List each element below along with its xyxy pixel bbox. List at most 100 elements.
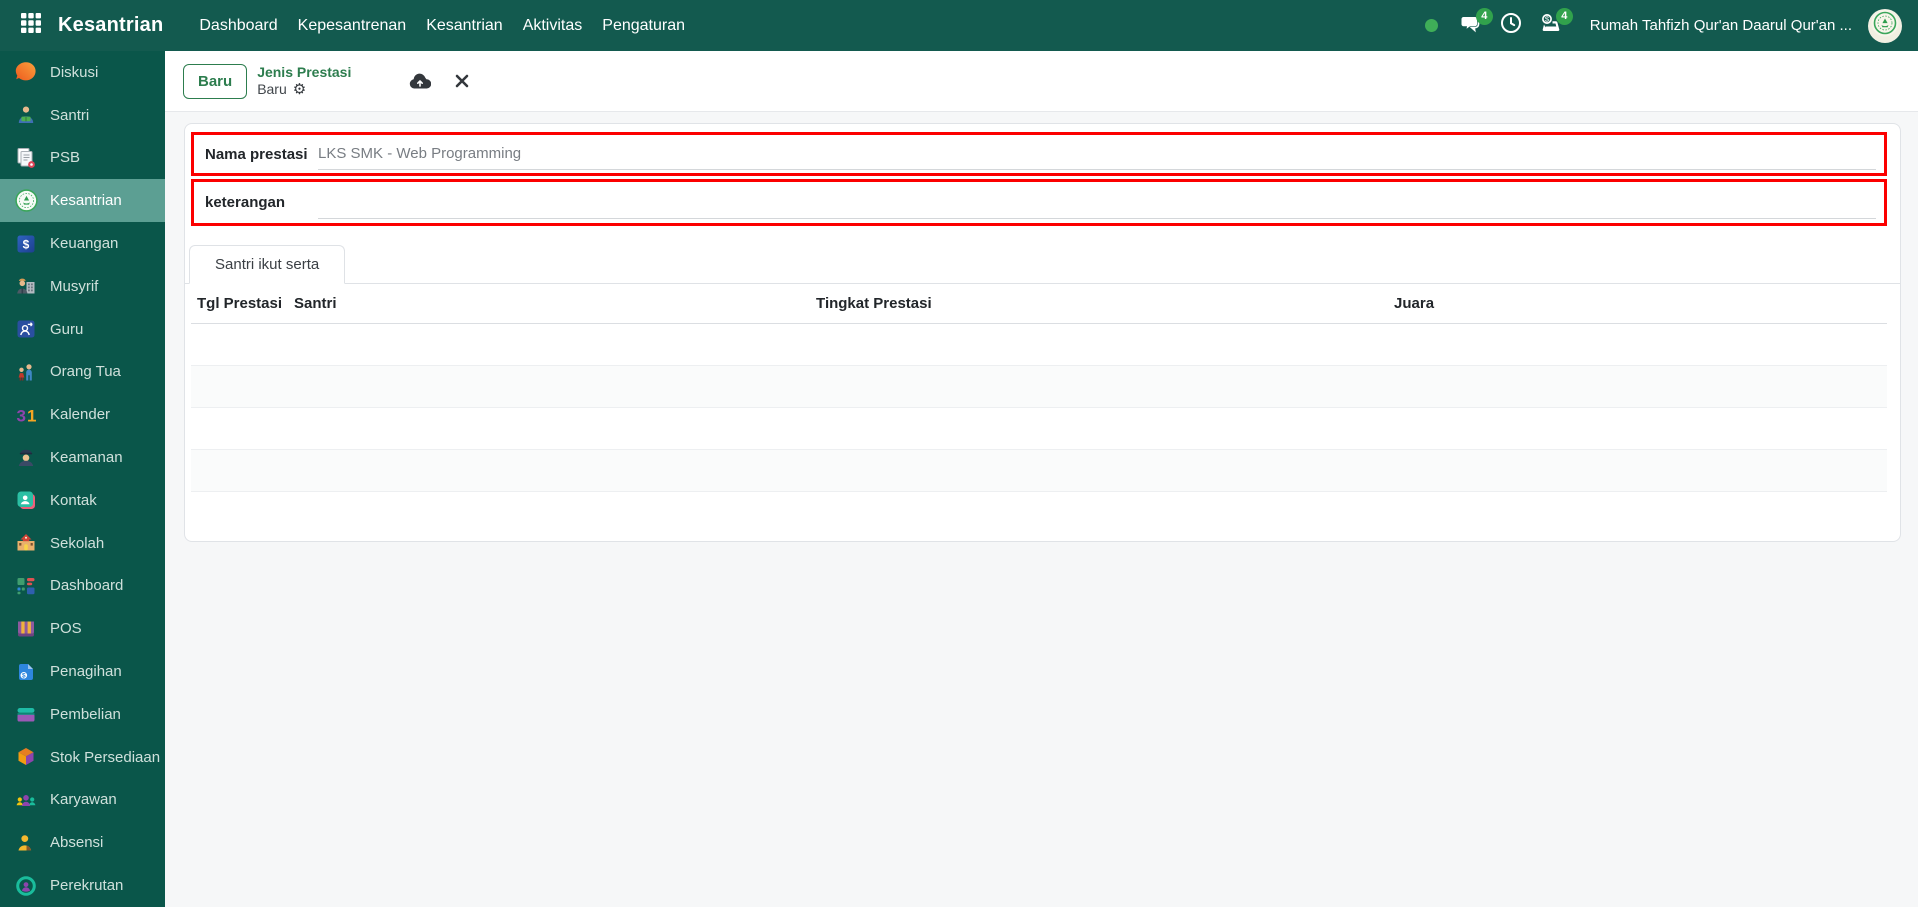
keterangan-input[interactable] [318,187,1876,219]
sidebar-item-keamanan[interactable]: Keamanan [0,436,165,479]
santri-ikut-serta-table: Tgl Prestasi Santri Tingkat Prestasi Jua… [191,284,1887,492]
sidebar-item-label: Pembelian [50,705,121,723]
new-button[interactable]: Baru [183,63,248,99]
discard-x-icon[interactable] [455,74,469,88]
menu-aktivitas[interactable]: Aktivitas [513,3,593,49]
sidebar-item-kalender[interactable]: 3 1 Kalender [0,393,165,436]
topbar-menu: Dashboard Kepesantrenan Kesantrian Aktiv… [189,3,695,49]
menu-kepesantrenan[interactable]: Kepesantrenan [288,3,417,49]
sidebar-item-label: Sekolah [50,534,105,552]
sidebar-item-label: Perekrutan [50,877,124,895]
sidebar-item-dashboard[interactable]: Dashboard [0,565,165,608]
sidebar-item-label: Penagihan [50,663,122,681]
breadcrumb: Jenis Prestasi Baru ⚙ [257,64,351,99]
save-cloud-icon[interactable] [409,72,432,90]
svg-text:3: 3 [17,406,26,425]
supervisor-icon [13,273,39,299]
table-row [191,365,1887,408]
sidebar-item-stok-persediaan[interactable]: Stok Persediaan [0,736,165,779]
security-guard-icon [13,445,39,471]
main-content: Baru Jenis Prestasi Baru ⚙ Nama prestasi… [165,51,1918,907]
field-group: Nama prestasi LKS SMK - Web Programming … [185,124,1900,229]
form-view: Nama prestasi LKS SMK - Web Programming … [165,112,1918,907]
sidebar-item-karyawan[interactable]: Karyawan [0,779,165,822]
menu-pengaturan[interactable]: Pengaturan [592,3,695,49]
messages-button[interactable]: 4 [1456,7,1493,41]
inbox-badge: 4 [1555,7,1573,25]
sidebar-item-absensi[interactable]: Absensi [0,821,165,864]
sidebar-item-diskusi[interactable]: Diskusi [0,51,165,94]
apps-menu-button[interactable] [16,11,46,41]
sidebar-item-label: Santri [50,106,90,124]
sidebar-item-pembelian[interactable]: Pembelian [0,693,165,736]
table-row [191,449,1887,492]
sidebar-item-penagihan[interactable]: $ Penagihan [0,650,165,693]
avatar-logo-icon [1870,9,1900,43]
svg-text:1: 1 [27,406,36,425]
tab-santri-ikut-serta[interactable]: Santri ikut serta [189,245,346,284]
sidebar-item-sekolah[interactable]: Sekolah [0,522,165,565]
sidebar-item-label: Orang Tua [50,363,121,381]
table-row [191,323,1887,366]
inventory-cube-icon [13,744,39,770]
parents-icon [13,359,39,385]
calendar-31-icon: 3 1 [13,402,39,428]
sidebar-item-guru[interactable]: Guru [0,308,165,351]
sidebar-item-label: Kontak [50,491,97,509]
sidebar-item-musyrif[interactable]: Musyrif [0,265,165,308]
company-switcher[interactable]: Rumah Tahfizh Qur'an Daarul Qur'an ... [1590,17,1852,34]
dashboard-tiles-icon [13,573,39,599]
sidebar-item-perekrutan[interactable]: Perekrutan [0,864,165,907]
breadcrumb-record: Baru [257,81,287,97]
purchase-icon [13,701,39,727]
control-panel: Baru Jenis Prestasi Baru ⚙ [165,51,1918,112]
svg-text:$: $ [23,237,30,251]
menu-kesantrian[interactable]: Kesantrian [416,3,513,49]
field-row-keterangan: keterangan [191,179,1887,226]
sidebar-item-pos[interactable]: POS [0,607,165,650]
teacher-icon [13,316,39,342]
attendance-icon [13,830,39,856]
gear-icon[interactable]: ⚙ [293,82,306,97]
messages-badge: 4 [1475,7,1493,25]
activities-button[interactable] [1496,11,1526,41]
breadcrumb-model-link[interactable]: Jenis Prestasi [257,64,351,82]
nama-prestasi-input[interactable]: LKS SMK - Web Programming [318,138,1876,170]
recruitment-icon [13,873,39,899]
form-sheet: Nama prestasi LKS SMK - Web Programming … [184,123,1901,542]
app-brand[interactable]: Kesantrian [58,14,163,37]
sidebar-item-label: Stok Persediaan [50,748,161,766]
sidebar-item-kesantrian[interactable]: Kesantrian [0,179,165,223]
student-icon [13,102,39,128]
table-row [191,407,1887,450]
nama-prestasi-value: LKS SMK - Web Programming [318,145,522,162]
inbox-button[interactable]: $ 4 [1536,7,1573,41]
user-avatar[interactable] [1868,8,1902,43]
sidebar-item-santri[interactable]: Santri [0,94,165,137]
sidebar-item-label: Kesantrian [50,192,122,210]
school-building-icon [13,530,39,556]
column-header-tgl-prestasi[interactable]: Tgl Prestasi [191,284,289,324]
column-header-santri[interactable]: Santri [288,284,811,324]
sidebar-item-orang-tua[interactable]: Orang Tua [0,351,165,394]
sidebar-item-keuangan[interactable]: $ Keuangan [0,222,165,265]
column-header-tingkat-prestasi[interactable]: Tingkat Prestasi [810,284,1389,324]
clock-icon [1499,11,1523,40]
sidebar-item-label: Musyrif [50,277,99,295]
menu-dashboard[interactable]: Dashboard [189,3,287,49]
sidebar-item-label: PSB [50,149,81,167]
sidebar-item-psb[interactable]: PSB [0,137,165,180]
pos-awning-icon [13,616,39,642]
sidebar-item-kontak[interactable]: Kontak [0,479,165,522]
app-window: Kesantrian Dashboard Kepesantrenan Kesan… [0,0,1918,907]
online-status-dot-icon [1424,19,1438,32]
dollar-square-icon: $ [13,231,39,257]
sidebar-item-label: Keamanan [50,449,123,467]
sidebar-item-label: Karyawan [50,791,117,809]
sidebar-item-label: Guru [50,320,84,338]
documents-icon [13,145,39,171]
column-header-juara[interactable]: Juara [1388,284,1887,324]
sidebar-item-label: POS [50,620,82,638]
sidebar-item-label: Keuangan [50,235,119,253]
svg-text:$: $ [22,672,26,679]
